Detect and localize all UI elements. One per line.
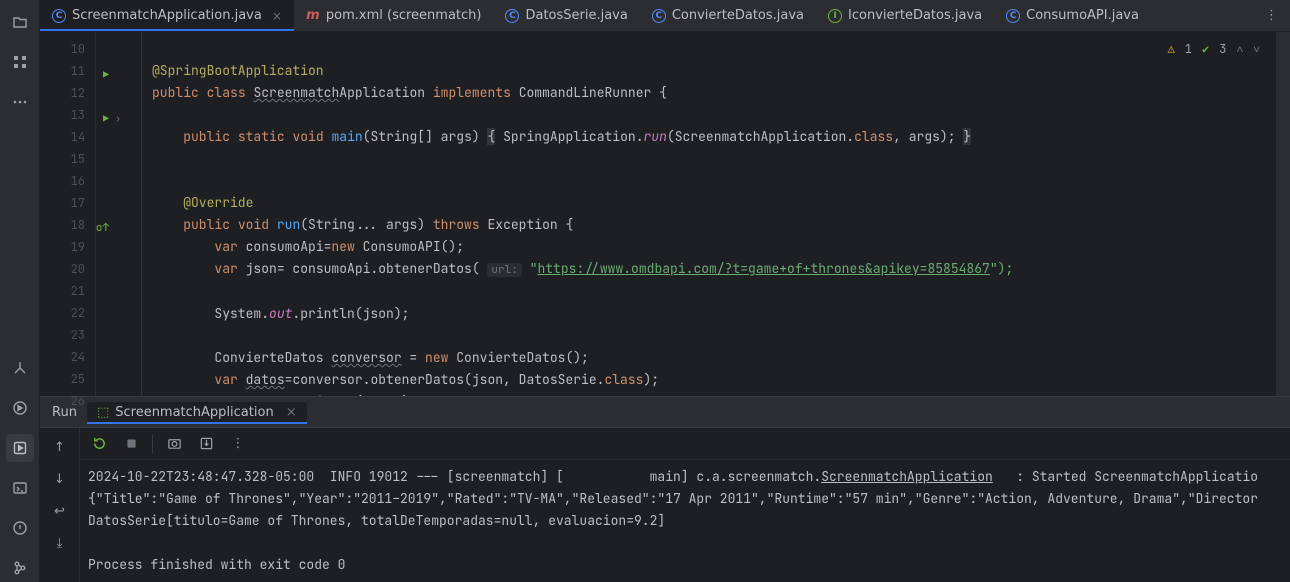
tab-label: ConsumoAPI.java	[1026, 8, 1139, 23]
console-line	[88, 532, 1282, 554]
close-icon[interactable]: ×	[280, 405, 297, 420]
close-icon[interactable]: ×	[268, 9, 282, 23]
console-line: Process finished with exit code 0	[88, 554, 1282, 576]
services-tool-icon[interactable]	[6, 394, 34, 422]
tab-label: pom.xml (screenmatch)	[326, 8, 482, 23]
tab-datosserie.java[interactable]: C DatosSerie.java	[493, 0, 639, 31]
line-number[interactable]: 13▶›	[40, 104, 95, 126]
code-area[interactable]: ⚠1 ✔3 ˄ ˅ @SpringBootApplication public …	[142, 32, 1276, 396]
class-icon: C	[652, 9, 666, 23]
tab-label: DatosSerie.java	[525, 8, 627, 23]
line-number[interactable]: 15	[40, 148, 95, 170]
maven-icon: m	[306, 9, 320, 23]
class-icon: C	[52, 9, 66, 23]
project-tool-icon[interactable]	[6, 8, 34, 36]
run-toolbar: ⋮	[80, 428, 1290, 460]
editor: 1011▶1213▶›1415161718o↑1920212223242526 …	[40, 32, 1290, 396]
chevron-down-icon[interactable]: ˅	[1253, 38, 1260, 60]
tabs-more-icon[interactable]: ⋮	[1253, 0, 1290, 31]
console-line: 2024-10-22T23:48:47.328-05:00 INFO 19012…	[88, 466, 1282, 488]
tab-iconviertedatos.java[interactable]: I IconvierteDatos.java	[816, 0, 994, 31]
console-link[interactable]: ScreenmatchApplication	[821, 468, 993, 485]
interface-icon: I	[828, 9, 842, 23]
screenshot-icon[interactable]	[163, 433, 185, 455]
structure-tool-icon[interactable]	[6, 48, 34, 76]
class-icon: C	[505, 9, 519, 23]
gutter-icon-strip	[96, 32, 142, 396]
line-number[interactable]: 18o↑	[40, 214, 95, 236]
passed-count: 3	[1219, 38, 1226, 60]
console-line: DatosSerie[titulo=Game of Thrones, total…	[88, 510, 1282, 532]
scroll-end-icon[interactable]: ⤓	[49, 532, 71, 554]
warning-count: 1	[1185, 38, 1192, 60]
run-config-label: ScreenmatchApplication	[115, 405, 273, 420]
line-number[interactable]: 11▶	[40, 60, 95, 82]
app-icon: ⬚	[97, 405, 109, 420]
tab-label: ScreenmatchApplication.java	[72, 8, 262, 23]
line-number[interactable]: 19	[40, 236, 95, 258]
run-side-tools: ↑ ↓ ↩ ⤓	[40, 428, 80, 582]
run-gutter-icon[interactable]: ▶	[103, 64, 109, 86]
editor-tabs: C ScreenmatchApplication.java × m pom.xml (s…	[40, 0, 1290, 32]
console-line: {"Title":"Game of Thrones","Year":"2011–…	[88, 488, 1282, 510]
line-number[interactable]: 10	[40, 38, 95, 60]
line-number[interactable]: 24	[40, 346, 95, 368]
build-tool-icon[interactable]	[6, 354, 34, 382]
tab-label: ConvierteDatos.java	[672, 8, 804, 23]
run-config-tab[interactable]: ⬚ ScreenmatchApplication ×	[87, 402, 307, 423]
problems-tool-icon[interactable]	[6, 514, 34, 542]
line-number[interactable]: 23	[40, 324, 95, 346]
class-icon: C	[1006, 9, 1020, 23]
soft-wrap-icon[interactable]: ↩	[49, 500, 71, 522]
tab-screenmatchapplication.java[interactable]: C ScreenmatchApplication.java ×	[40, 0, 294, 31]
chevron-right-icon[interactable]: ›	[115, 108, 121, 130]
annotation: @SpringBootApplication	[152, 62, 324, 79]
tab-label: IconvierteDatos.java	[848, 8, 982, 23]
run-tool-icon[interactable]	[6, 434, 34, 462]
chevron-up-icon[interactable]: ˄	[1236, 38, 1243, 60]
line-number[interactable]: 25	[40, 368, 95, 390]
vcs-tool-icon[interactable]	[6, 554, 34, 582]
up-arrow-icon[interactable]: ↑	[49, 436, 71, 458]
line-number[interactable]: 22	[40, 302, 95, 324]
line-number[interactable]: 21	[40, 280, 95, 302]
warning-icon: ⚠	[1168, 38, 1175, 60]
down-arrow-icon[interactable]: ↓	[49, 468, 71, 490]
more-tool-icon[interactable]	[6, 88, 34, 116]
stop-icon[interactable]	[120, 433, 142, 455]
console-output[interactable]: 2024-10-22T23:48:47.328-05:00 INFO 19012…	[80, 460, 1290, 582]
more-icon[interactable]: ⋮	[227, 433, 249, 455]
line-gutter[interactable]: 1011▶1213▶›1415161718o↑1920212223242526	[40, 32, 96, 396]
left-tool-rail	[0, 0, 40, 582]
export-icon[interactable]	[195, 433, 217, 455]
line-number[interactable]: 17	[40, 192, 95, 214]
tab-consumoapi.java[interactable]: C ConsumoAPI.java	[994, 0, 1151, 31]
rerun-icon[interactable]	[88, 433, 110, 455]
line-number[interactable]: 12	[40, 82, 95, 104]
run-header: Run ⬚ ScreenmatchApplication ×	[40, 396, 1290, 428]
line-number[interactable]: 14	[40, 126, 95, 148]
tab-pom.xml (screenmatch)[interactable]: m pom.xml (screenmatch)	[294, 0, 494, 31]
tab-conviertedatos.java[interactable]: C ConvierteDatos.java	[640, 0, 816, 31]
line-number[interactable]: 16	[40, 170, 95, 192]
line-number[interactable]: 20	[40, 258, 95, 280]
terminal-tool-icon[interactable]	[6, 474, 34, 502]
run-panel: ↑ ↓ ↩ ⤓ ⋮ 2024-10-2	[40, 428, 1290, 582]
run-gutter-icon[interactable]: ▶	[103, 108, 109, 130]
check-icon: ✔	[1202, 38, 1209, 60]
inspection-widget[interactable]: ⚠ 1 ✔ 3 ˄ ˅	[1168, 38, 1260, 60]
override-gutter-icon[interactable]: o↑	[96, 217, 109, 239]
error-stripe[interactable]	[1276, 32, 1290, 396]
